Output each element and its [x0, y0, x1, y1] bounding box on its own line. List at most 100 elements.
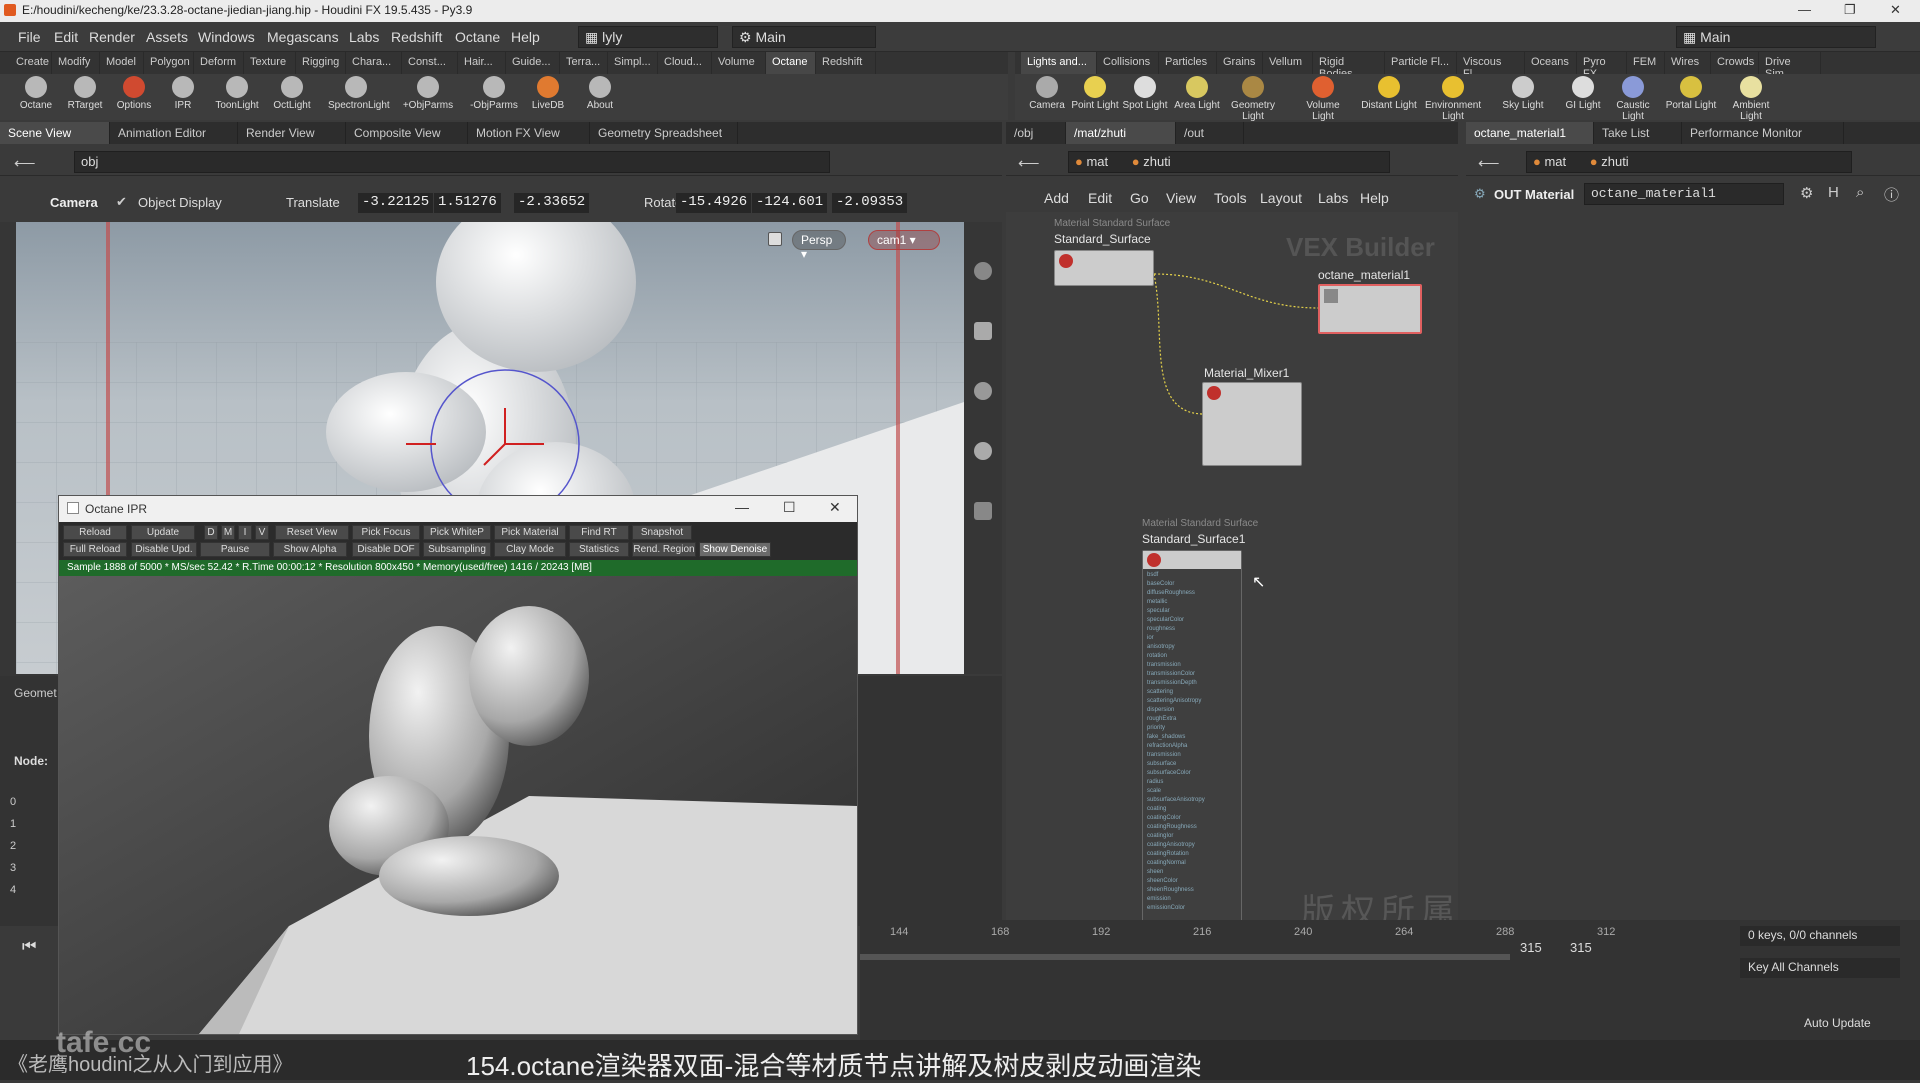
- shelf-tab[interactable]: Simpl...: [608, 52, 658, 74]
- shelf-tab[interactable]: Redshift: [816, 52, 876, 74]
- node-name-octane-material[interactable]: octane_material1: [1318, 268, 1410, 282]
- key-all-channels-button[interactable]: Key All Channels: [1740, 958, 1900, 978]
- lock-icon[interactable]: [974, 322, 992, 340]
- input-port[interactable]: coatingColor: [1147, 814, 1239, 823]
- display-icon[interactable]: [974, 262, 992, 280]
- light-tool-button[interactable]: Portal Light: [1663, 76, 1719, 111]
- light-tool-button[interactable]: Spot Light: [1117, 76, 1173, 111]
- minimize-icon[interactable]: —: [735, 499, 749, 515]
- input-port[interactable]: coating: [1147, 805, 1239, 814]
- node-name-material-mixer[interactable]: Material_Mixer1: [1204, 366, 1289, 380]
- node-name-field[interactable]: octane_material1: [1584, 183, 1784, 205]
- pane-tab[interactable]: Animation Editor: [110, 122, 238, 144]
- persp-menu[interactable]: Persp ▾: [792, 230, 846, 261]
- input-port[interactable]: rotation: [1147, 652, 1239, 661]
- shelf-tab[interactable]: Modify: [52, 52, 100, 74]
- menu-assets[interactable]: Assets: [146, 29, 188, 45]
- ipr-button[interactable]: Show Alpha: [273, 542, 347, 557]
- rotate-x-field[interactable]: -15.4926: [676, 193, 752, 213]
- light-tool-button[interactable]: Point Light: [1067, 76, 1123, 111]
- input-port[interactable]: transmission: [1147, 661, 1239, 670]
- ipr-button[interactable]: V: [255, 525, 269, 540]
- network-menu-item[interactable]: View: [1166, 190, 1196, 206]
- input-port[interactable]: specularColor: [1147, 616, 1239, 625]
- auto-update-menu[interactable]: Auto Update: [1804, 1016, 1871, 1030]
- menu-help[interactable]: Help: [511, 29, 540, 45]
- shelf-tool-button[interactable]: IPR: [155, 76, 211, 111]
- network-menu-item[interactable]: Tools: [1214, 190, 1247, 206]
- shelf-tab[interactable]: Octane: [766, 52, 816, 74]
- input-port[interactable]: sheenColor: [1147, 877, 1239, 886]
- shelf-tab[interactable]: Wires: [1665, 52, 1711, 74]
- input-port[interactable]: diffuseRoughness: [1147, 589, 1239, 598]
- pane-tab[interactable]: Performance Monitor: [1682, 122, 1844, 144]
- ipr-button[interactable]: Subsampling: [423, 542, 491, 557]
- network-editor[interactable]: VEX Builder Material Standard Surface St…: [1006, 212, 1735, 931]
- network-menu-item[interactable]: Go: [1130, 190, 1149, 206]
- menu-octane[interactable]: Octane: [455, 29, 500, 45]
- ipr-button[interactable]: I: [238, 525, 252, 540]
- shelf-tab[interactable]: Collisions: [1097, 52, 1159, 74]
- node-name-standard-surface[interactable]: Standard_Surface: [1054, 232, 1151, 246]
- shelf-tab[interactable]: Crowds: [1711, 52, 1759, 74]
- node-standard-surface[interactable]: [1054, 250, 1154, 286]
- light-tool-button[interactable]: Sky Light: [1495, 76, 1551, 111]
- snapshot-icon[interactable]: [974, 502, 992, 520]
- gear-icon[interactable]: ⚙: [1800, 184, 1813, 202]
- pane-tab[interactable]: Geometry Spreadsheet: [590, 122, 738, 144]
- shelf-tool-button[interactable]: Options: [106, 76, 162, 111]
- translate-y-field[interactable]: 1.51276: [434, 193, 501, 213]
- shelf-tab[interactable]: Create: [10, 52, 52, 74]
- shelf-tab[interactable]: Terra...: [560, 52, 608, 74]
- network-menu-item[interactable]: Layout: [1260, 190, 1302, 206]
- menu-file[interactable]: File: [18, 29, 41, 45]
- ipr-button[interactable]: Find RT: [569, 525, 629, 540]
- skip-start-icon[interactable]: ⏮: [22, 938, 36, 956]
- back-arrow-icon[interactable]: ⟵: [1018, 154, 1040, 172]
- shelf-tab[interactable]: Grains: [1217, 52, 1263, 74]
- ipr-button[interactable]: Pick Focus: [352, 525, 420, 540]
- shelf-tab[interactable]: Const...: [402, 52, 458, 74]
- ipr-button[interactable]: Disable DOF: [352, 542, 420, 557]
- network-menu-item[interactable]: Add: [1044, 190, 1069, 206]
- shelf-tab[interactable]: Lights and...: [1021, 52, 1097, 74]
- node-standard-surface1[interactable]: bsdf baseColor diffuseRoughness metallic spe…: [1142, 550, 1242, 926]
- shelf-tab[interactable]: FEM: [1627, 52, 1665, 74]
- network-path-field[interactable]: ● mat ● zhuti: [1068, 151, 1390, 173]
- input-port[interactable]: baseColor: [1147, 580, 1239, 589]
- ipr-button[interactable]: Snapshot: [632, 525, 692, 540]
- desktop-selector[interactable]: ▦ lyly: [578, 26, 718, 48]
- input-port[interactable]: coatingIor: [1147, 832, 1239, 841]
- light-tool-button[interactable]: Volume Light: [1295, 76, 1351, 122]
- menu-render[interactable]: Render: [89, 29, 135, 45]
- pane-tab[interactable]: /obj: [1006, 122, 1066, 144]
- close-icon[interactable]: ✕: [1890, 2, 1901, 18]
- ipr-button[interactable]: Disable Upd.: [131, 542, 197, 557]
- object-display-label[interactable]: Object Display: [138, 195, 222, 210]
- desktop-main-selector-right[interactable]: ▦ Main: [1676, 26, 1876, 48]
- input-port[interactable]: metallic: [1147, 598, 1239, 607]
- maximize-icon[interactable]: ❐: [1844, 2, 1856, 18]
- shelf-tab[interactable]: Rigging: [296, 52, 346, 74]
- network-menu-item[interactable]: Help: [1360, 190, 1389, 206]
- ipr-button[interactable]: Reset View: [275, 525, 349, 540]
- translate-z-field[interactable]: -2.33652: [514, 193, 590, 213]
- input-port[interactable]: transmissionColor: [1147, 670, 1239, 679]
- shelf-tool-button[interactable]: -ObjParms: [466, 76, 522, 111]
- shelf-tab[interactable]: Vellum: [1263, 52, 1313, 74]
- ipr-button[interactable]: Pick Material: [494, 525, 566, 540]
- input-port[interactable]: subsurfaceColor: [1147, 769, 1239, 778]
- input-port[interactable]: radius: [1147, 778, 1239, 787]
- checkmark-icon[interactable]: ✔: [116, 194, 127, 210]
- input-port[interactable]: coatingAnisotropy: [1147, 841, 1239, 850]
- light-tool-button[interactable]: Environment Light: [1425, 76, 1481, 122]
- shelf-tool-button[interactable]: LiveDB: [520, 76, 576, 111]
- input-port[interactable]: specular: [1147, 607, 1239, 616]
- input-port[interactable]: emission: [1147, 895, 1239, 904]
- shelf-tab[interactable]: Rigid Bodies: [1313, 52, 1385, 80]
- ipr-button[interactable]: Statistics: [569, 542, 629, 557]
- input-port[interactable]: fake_shadows: [1147, 733, 1239, 742]
- pane-tab[interactable]: Scene View: [0, 122, 110, 144]
- shelf-tab[interactable]: Drive Sim...: [1759, 52, 1821, 80]
- input-port[interactable]: bsdf: [1147, 571, 1239, 580]
